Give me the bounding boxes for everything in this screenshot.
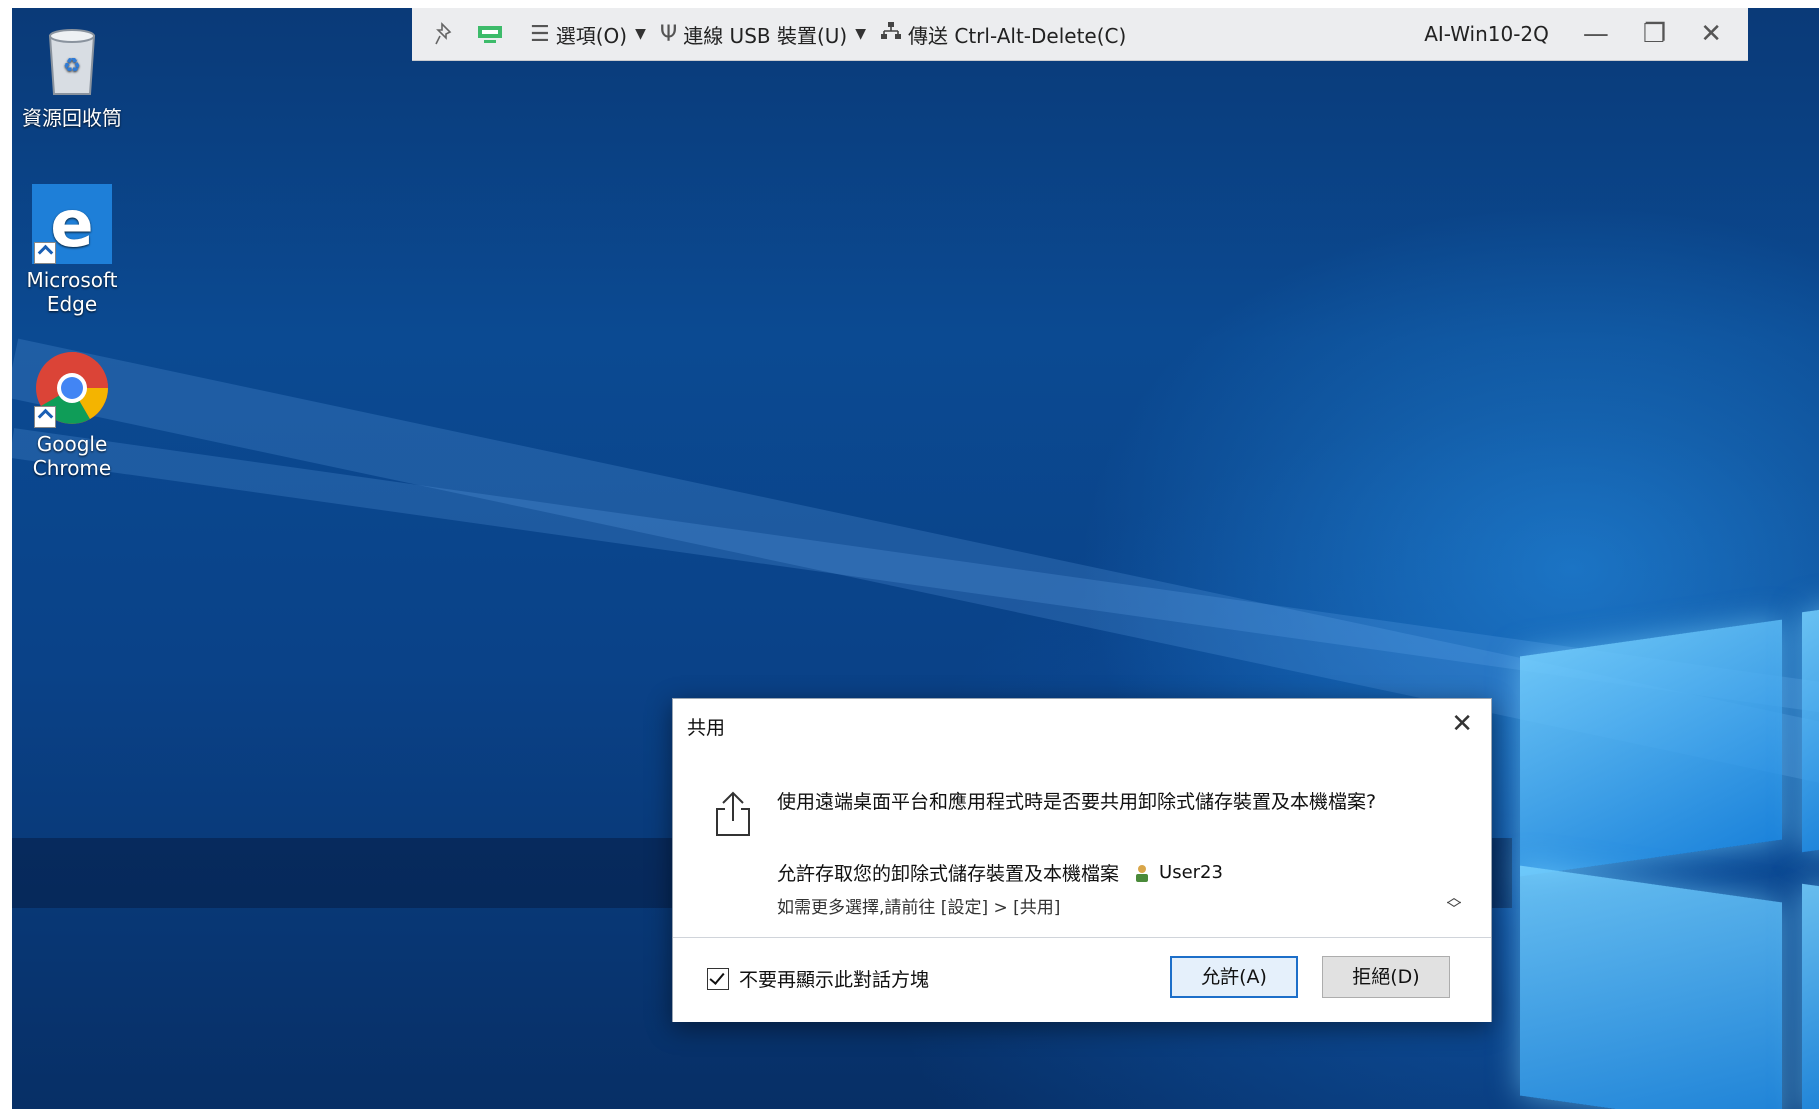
dialog-question: 使用遠端桌面平台和應用程式時是否要共用卸除式儲存裝置及本機檔案? — [777, 791, 1377, 813]
deny-button[interactable]: 拒絕(D) — [1322, 956, 1450, 998]
desktop-icon-chrome[interactable]: Google Chrome — [22, 348, 122, 480]
allow-access-line: 允許存取您的卸除式儲存裝置及本機檔案 User23 — [777, 859, 1223, 886]
dialog-close-icon[interactable]: ✕ — [1451, 709, 1473, 739]
edge-icon: e — [32, 184, 112, 264]
allow-access-text: 允許存取您的卸除式儲存裝置及本機檔案 — [777, 863, 1120, 885]
shortcut-arrow-icon — [34, 242, 56, 264]
machine-name: AI-Win10-2Q — [1424, 22, 1549, 46]
svg-text:e: e — [50, 188, 93, 262]
usb-menu[interactable]: Ψ 連線 USB 裝置(U) ▼ — [660, 20, 866, 49]
dialog-title: 共用 — [687, 717, 726, 739]
windows-logo-pane — [1802, 883, 1819, 1109]
desktop-icon-edge[interactable]: e Microsoft Edge — [22, 184, 122, 316]
shortcut-arrow-icon — [34, 406, 56, 428]
toolbar-right: AI-Win10-2Q — ❐ ✕ — [1424, 19, 1722, 49]
share-upload-icon — [713, 789, 753, 837]
windows-logo-pane — [1520, 619, 1782, 877]
caret-down-icon: ▼ — [635, 26, 646, 42]
display-icon[interactable] — [476, 22, 504, 46]
desktop-icon-recycle-bin[interactable]: ♻ 資源回收筒 — [22, 22, 122, 130]
usb-icon: Ψ — [659, 21, 678, 47]
remote-session-toolbar: ☰ 選項(O) ▼ Ψ 連線 USB 裝置(U) ▼ 傳送 Ctrl-Alt-D… — [412, 8, 1748, 61]
recycle-bin-icon: ♻ — [32, 22, 112, 102]
svg-text:♻: ♻ — [63, 53, 81, 77]
desktop-icon-label: Microsoft Edge — [26, 268, 118, 316]
options-menu[interactable]: ☰ 選項(O) ▼ — [530, 20, 646, 49]
checkbox-label: 不要再顯示此對話方塊 — [739, 969, 930, 991]
dont-show-again-checkbox[interactable] — [707, 967, 729, 990]
close-icon[interactable]: ✕ — [1700, 19, 1722, 49]
pin-icon[interactable] — [434, 22, 456, 46]
usb-label: 連線 USB 裝置(U) — [683, 23, 848, 48]
user-icon — [1133, 863, 1151, 883]
dont-show-again-option[interactable]: 不要再顯示此對話方塊 — [707, 965, 929, 992]
cad-label: 傳送 Ctrl-Alt-Delete(C) — [908, 23, 1127, 48]
desktop-icon-label: 資源回收筒 — [22, 106, 122, 130]
windows-logo-pane — [1802, 603, 1819, 853]
user-name: User23 — [1159, 862, 1223, 883]
minimize-icon[interactable]: — — [1583, 19, 1609, 49]
share-dialog: 共用 ✕ 使用遠端桌面平台和應用程式時是否要共用卸除式儲存裝置及本機檔案? 允許… — [672, 698, 1492, 1022]
allow-button[interactable]: 允許(A) — [1170, 956, 1298, 998]
windows-logo-pane — [1520, 865, 1782, 1109]
network-icon — [880, 21, 902, 47]
expand-collapse-icon[interactable]: ︿ ﹀ — [1443, 890, 1465, 917]
chrome-icon — [32, 348, 112, 428]
restore-icon[interactable]: ❐ — [1643, 19, 1666, 49]
send-cad-button[interactable]: 傳送 Ctrl-Alt-Delete(C) — [880, 20, 1126, 49]
dialog-footer: 不要再顯示此對話方塊 允許(A) 拒絕(D) — [673, 937, 1491, 1022]
caret-down-icon: ▼ — [855, 26, 866, 42]
settings-hint: 如需更多選擇,請前往 [設定] > [共用] — [777, 898, 1061, 918]
options-label: 選項(O) — [555, 23, 628, 48]
menu-icon: ☰ — [530, 21, 550, 47]
desktop-icon-label: Google Chrome — [32, 432, 112, 480]
